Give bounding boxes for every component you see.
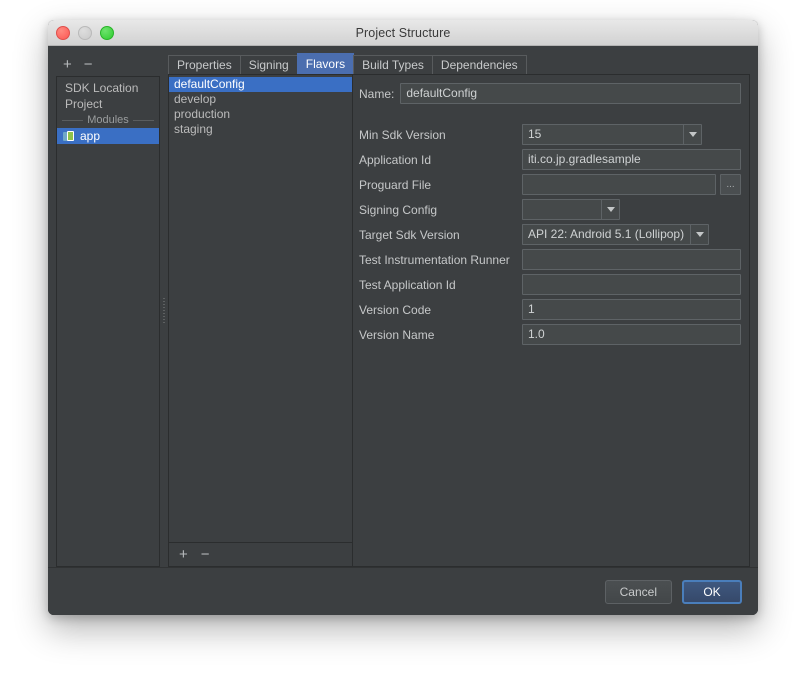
modules-list[interactable]: SDK Location Project Modules app: [56, 76, 160, 567]
field-row: Test Application Id: [359, 273, 741, 296]
field-control: [522, 199, 741, 220]
proguard-file-browse-button[interactable]: ...: [720, 174, 741, 195]
name-row: Name:: [359, 83, 741, 104]
field-control: [522, 274, 741, 295]
field-row: Min Sdk Version 15: [359, 123, 741, 146]
chevron-down-icon[interactable]: [690, 224, 710, 245]
flavors-list[interactable]: defaultConfig develop production staging: [169, 75, 352, 542]
cancel-button[interactable]: Cancel: [604, 579, 672, 604]
proguard-file-input[interactable]: [522, 174, 716, 195]
editor-pane: Properties Signing Flavors Build Types D…: [168, 52, 750, 567]
target-sdk-version-combo[interactable]: API 22: Android 5.1 (Lollipop): [522, 224, 710, 245]
android-module-icon-front: [67, 130, 74, 141]
field-control: [522, 324, 741, 345]
list-item[interactable]: staging: [169, 122, 352, 137]
name-input[interactable]: [400, 83, 741, 104]
field-control: 15: [522, 124, 741, 145]
tab-signing[interactable]: Signing: [239, 55, 298, 74]
remove-flavor-icon[interactable]: −: [201, 547, 210, 562]
splitter-grip-icon[interactable]: [163, 296, 165, 323]
window-controls: [56, 20, 114, 45]
sidebar-group-label: Modules: [87, 114, 129, 126]
tab-properties[interactable]: Properties: [168, 55, 241, 74]
field-row: Version Code: [359, 298, 741, 321]
ok-button[interactable]: OK: [682, 579, 742, 604]
maximize-button[interactable]: [100, 25, 114, 40]
field-row: Proguard File ...: [359, 173, 741, 196]
min-sdk-version-combo[interactable]: 15: [522, 124, 702, 145]
tab-bar: Properties Signing Flavors Build Types D…: [168, 52, 750, 74]
field-row: Target Sdk Version API 22: Android 5.1 (…: [359, 223, 741, 246]
chevron-down-icon[interactable]: [683, 124, 702, 145]
dialog-content: + − SDK Location Project Modules app Pro…: [48, 46, 758, 567]
field-control: [522, 299, 741, 320]
application-id-label: Application Id: [359, 152, 432, 167]
field-control: [522, 149, 741, 170]
modules-pane: + − SDK Location Project Modules app: [56, 52, 160, 567]
field-control: API 22: Android 5.1 (Lollipop): [522, 224, 741, 245]
pane-splitter[interactable]: [160, 52, 168, 567]
modules-toolbar: + −: [56, 52, 160, 76]
min-sdk-version-value: 15: [522, 124, 683, 145]
chevron-down-icon[interactable]: [601, 199, 620, 220]
test-instrumentation-runner-input[interactable]: [522, 249, 741, 270]
sidebar-item-project[interactable]: Project: [57, 96, 159, 112]
remove-module-icon[interactable]: −: [84, 57, 93, 72]
proguard-file-label: Proguard File: [359, 177, 432, 192]
tab-dependencies[interactable]: Dependencies: [431, 55, 527, 74]
field-row: Test Instrumentation Runner: [359, 248, 741, 271]
android-module-icon: [63, 130, 75, 142]
project-structure-dialog: Project Structure + − SDK Location Proje…: [48, 20, 758, 615]
window-titlebar: Project Structure: [48, 20, 758, 46]
list-item[interactable]: production: [169, 107, 352, 122]
flavors-tab-panel: defaultConfig develop production staging…: [168, 74, 750, 567]
field-control: ...: [522, 174, 741, 195]
sidebar-item-label: app: [80, 129, 101, 143]
group-rule-right: [132, 119, 155, 121]
version-name-input[interactable]: [522, 324, 741, 345]
signing-config-label: Signing Config: [359, 202, 438, 217]
list-item[interactable]: develop: [169, 92, 352, 107]
flavor-form: Name: Min Sdk Version 15: [353, 75, 749, 566]
add-flavor-icon[interactable]: +: [179, 547, 188, 562]
test-application-id-label: Test Application Id: [359, 277, 456, 292]
sidebar-group-modules: Modules: [57, 112, 159, 128]
proguard-file-browse-row: ...: [522, 174, 741, 195]
signing-config-value: [522, 199, 601, 220]
version-name-label: Version Name: [359, 327, 435, 342]
version-code-label: Version Code: [359, 302, 432, 317]
group-rule-left: [62, 119, 84, 121]
name-label: Name:: [359, 86, 395, 101]
field-control: [522, 249, 741, 270]
application-id-input[interactable]: [522, 149, 741, 170]
dialog-footer: Cancel OK: [48, 567, 758, 615]
minimize-button[interactable]: [78, 25, 92, 40]
flavors-list-column: defaultConfig develop production staging…: [169, 75, 353, 566]
close-button[interactable]: [56, 25, 70, 40]
dialog-body: + − SDK Location Project Modules app Pro…: [48, 46, 758, 615]
flavors-toolbar: + −: [169, 542, 352, 566]
window-title: Project Structure: [355, 25, 451, 40]
test-instrumentation-runner-label: Test Instrumentation Runner: [359, 252, 510, 267]
sidebar-item-app[interactable]: app: [57, 128, 159, 144]
field-row: Application Id: [359, 148, 741, 171]
signing-config-combo[interactable]: [522, 199, 620, 220]
target-sdk-version-value: API 22: Android 5.1 (Lollipop): [522, 224, 691, 245]
target-sdk-version-label: Target Sdk Version: [359, 227, 460, 242]
version-code-input[interactable]: [522, 299, 741, 320]
add-module-icon[interactable]: +: [63, 57, 72, 72]
tab-build-types[interactable]: Build Types: [353, 55, 433, 74]
sidebar-item-sdk-location[interactable]: SDK Location: [57, 80, 159, 96]
field-row: Version Name: [359, 323, 741, 346]
list-item[interactable]: defaultConfig: [169, 77, 352, 92]
tab-flavors[interactable]: Flavors: [296, 53, 355, 74]
test-application-id-input[interactable]: [522, 274, 741, 295]
min-sdk-version-label: Min Sdk Version: [359, 127, 446, 142]
field-row: Signing Config: [359, 198, 741, 221]
